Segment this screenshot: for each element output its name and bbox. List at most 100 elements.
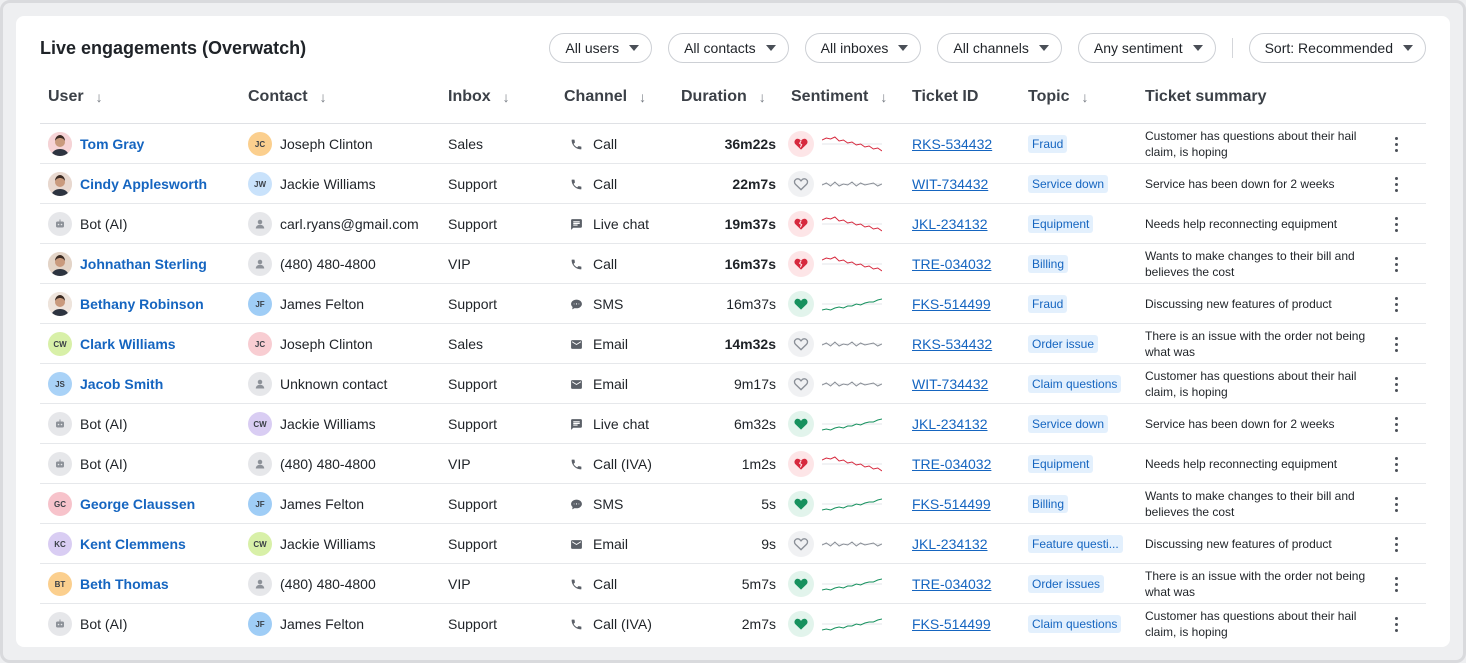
ticket-link[interactable]: WIT-734432 [912,176,988,192]
ticket-link[interactable]: TRE-034032 [912,256,991,272]
filter-channels[interactable]: All channels [937,33,1062,63]
broken-heart-icon [788,211,814,237]
filter-bar: All users All contacts All inboxes All c… [533,33,1426,63]
col-ticket-id[interactable]: Ticket ID [912,88,978,106]
ticket-link[interactable]: WIT-734432 [912,376,988,392]
channel-cell: Call [570,164,680,204]
more-options-button[interactable] [1390,324,1402,364]
ticket-link[interactable]: RKS-534432 [912,136,992,152]
filter-inboxes[interactable]: All inboxes [804,33,922,63]
user-name[interactable]: Bethany Robinson [80,296,204,312]
more-options-button[interactable] [1390,364,1402,404]
user-name[interactable]: Clark Williams [80,336,176,352]
channel-cell: Live chat [570,204,680,244]
more-vertical-icon [1394,256,1398,272]
ticket-link[interactable]: TRE-034032 [912,456,991,472]
user-cell: GC George Claussen [48,484,238,524]
summary-cell: Needs help reconnecting equipment [1145,217,1338,231]
summary-cell: Customer has questions about their hail … [1145,369,1357,399]
channel-cell: SMS [570,484,680,524]
col-user[interactable]: User ↓ [48,88,103,106]
user-cell: Bot (AI) [48,444,238,484]
avatar: JF [248,492,272,516]
table-row[interactable]: Bot (AI) CW Jackie Williams Support Live cha… [40,404,1426,444]
filter-label: Any sentiment [1093,40,1183,56]
avatar-initials: JF [255,499,265,509]
contact-name: (480) 480-4800 [280,256,376,272]
sentiment-cell [788,484,908,524]
ticket-link[interactable]: FKS-514499 [912,616,991,632]
more-options-button[interactable] [1390,204,1402,244]
ticket-link[interactable]: FKS-514499 [912,496,991,512]
channel-cell: Call [570,124,680,164]
more-options-button[interactable] [1390,404,1402,444]
table-row[interactable]: CW Clark Williams JC Joseph Clinton Sales Ema… [40,324,1426,364]
ticket-link[interactable]: RKS-534432 [912,336,992,352]
more-options-button[interactable] [1390,484,1402,524]
sentiment-sparkline [822,334,882,354]
col-inbox[interactable]: Inbox ↓ [448,88,510,106]
table-row[interactable]: GC George Claussen JF James Felton Support SM… [40,484,1426,524]
avatar: JC [248,132,272,156]
more-options-button[interactable] [1390,604,1402,644]
contact-cell: JW Jackie Williams [248,164,438,204]
table-row[interactable]: KC Kent Clemmens CW Jackie Williams Support E… [40,524,1426,564]
col-sentiment[interactable]: Sentiment ↓ [791,88,887,106]
table-row[interactable]: Johnathan Sterling (480) 480-4800 VIP Call 1… [40,244,1426,284]
more-vertical-icon [1394,496,1398,512]
ticket-link[interactable]: TRE-034032 [912,576,991,592]
table-row[interactable]: Bot (AI) JF James Felton Support Call (IVA) 2… [40,604,1426,644]
sort-label: Sort: Recommended [1264,40,1393,56]
filter-sentiment[interactable]: Any sentiment [1077,33,1216,63]
chat-icon [570,418,583,431]
more-options-button[interactable] [1390,564,1402,604]
col-channel[interactable]: Channel ↓ [564,88,646,106]
table-row[interactable]: BT Beth Thomas (480) 480-4800 VIP Call 5m7s TR… [40,564,1426,604]
more-vertical-icon [1394,536,1398,552]
sort-arrow-icon: ↓ [319,89,327,105]
table-row[interactable]: Cindy Applesworth JW Jackie Williams Suppor… [40,164,1426,204]
more-options-button[interactable] [1390,524,1402,564]
ticket-link[interactable]: FKS-514499 [912,296,991,312]
more-options-button[interactable] [1390,244,1402,284]
avatar [48,172,72,196]
more-options-button[interactable] [1390,164,1402,204]
user-name[interactable]: Beth Thomas [80,576,169,592]
phone-icon [570,178,583,191]
col-duration[interactable]: Duration ↓ [681,88,766,106]
user-name[interactable]: Johnathan Sterling [80,256,207,272]
user-name[interactable]: George Claussen [80,496,195,512]
user-name[interactable]: Tom Gray [80,136,144,152]
channel-label: Live chat [593,416,650,432]
more-options-button[interactable] [1390,284,1402,324]
ticket-link[interactable]: JKL-234132 [912,416,988,432]
ticket-link[interactable]: JKL-234132 [912,536,988,552]
col-label: Channel [564,88,628,105]
ticket-link[interactable]: JKL-234132 [912,216,988,232]
contact-cell: JF James Felton [248,484,438,524]
table-row[interactable]: JS Jacob Smith Unknown contact Support Email… [40,364,1426,404]
sentiment-cell [788,604,908,644]
table-row[interactable]: Bot (AI) carl.ryans@gmail.com Support Live … [40,204,1426,244]
col-contact[interactable]: Contact ↓ [248,88,327,106]
phone-icon [570,578,583,591]
summary-cell: Discussing new features of product [1145,537,1332,551]
sentiment-cell [788,364,908,404]
table-row[interactable]: Tom Gray JC Joseph Clinton Sales Call 36m22s R… [40,124,1426,164]
col-topic[interactable]: Topic ↓ [1028,88,1088,106]
user-name: Bot (AI) [80,416,128,432]
table-row[interactable]: Bot (AI) (480) 480-4800 VIP Call (IVA) 1m2s T… [40,444,1426,484]
filter-contacts[interactable]: All contacts [668,33,789,63]
more-options-button[interactable] [1390,124,1402,164]
sort-dropdown[interactable]: Sort: Recommended [1248,33,1426,63]
user-name[interactable]: Kent Clemmens [80,536,186,552]
more-options-button[interactable] [1390,444,1402,484]
table-row[interactable]: Bethany Robinson JF James Felton Support SMS… [40,284,1426,324]
user-cell: JS Jacob Smith [48,364,238,404]
filter-users[interactable]: All users [549,33,653,63]
user-name[interactable]: Jacob Smith [80,376,163,392]
user-name[interactable]: Cindy Applesworth [80,176,207,192]
page-title: Live engagements (Overwatch) [40,38,307,58]
topic-tag: Equipment [1028,215,1094,233]
summary-cell: There is an issue with the order not bei… [1145,569,1366,599]
